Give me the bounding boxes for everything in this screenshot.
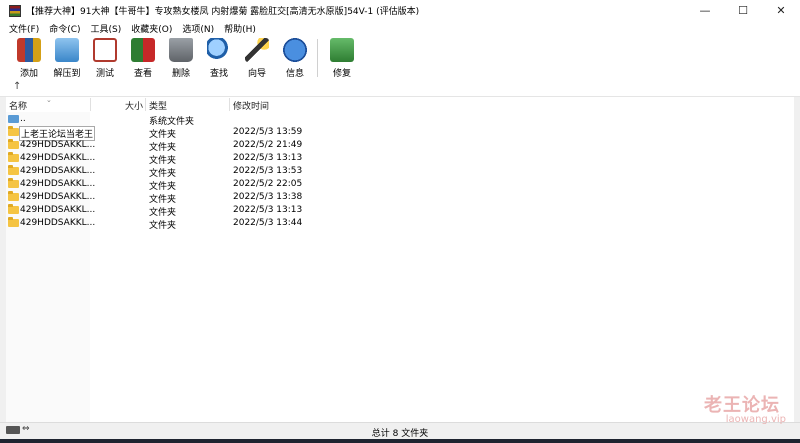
find-button[interactable]: 查找 — [200, 36, 238, 79]
repair-label: 修复 — [332, 69, 351, 79]
folder-icon — [8, 152, 19, 162]
taskbar-strip — [0, 439, 800, 443]
maximize-button[interactable]: ☐ — [724, 0, 762, 21]
up-folder-icon — [8, 115, 19, 123]
list-header: ⌄ 名称 大小 类型 修改时间 — [6, 96, 301, 112]
info-label: 信息 — [285, 69, 304, 79]
table-row[interactable]: .. 系统文件夹 — [6, 113, 301, 127]
info-button[interactable]: 信息 — [276, 36, 314, 79]
file-name: .. — [20, 114, 26, 124]
menu-tools[interactable]: 工具(S) — [86, 22, 127, 35]
file-name: 429HDDSAKKL... — [20, 179, 96, 189]
extract-folder-icon — [55, 38, 79, 62]
delete-label: 删除 — [171, 69, 190, 79]
file-type: 文件夹 — [149, 221, 177, 231]
sort-chevron-icon: ⌄ — [46, 96, 52, 104]
find-magnifier-icon — [207, 38, 231, 62]
folder-icon — [8, 204, 19, 214]
up-arrow-icon[interactable]: ↑ — [13, 81, 21, 92]
add-button[interactable]: 添加 — [10, 36, 48, 79]
minimize-button[interactable]: — — [686, 0, 724, 21]
col-divider[interactable] — [229, 98, 230, 111]
file-mtime: 2022/5/2 21:49 — [233, 140, 303, 150]
table-row[interactable]: 429HDDSAKKL... 文件夹 2022/5/2 21:49 — [6, 139, 303, 153]
folder-icon — [8, 126, 19, 136]
close-button[interactable]: ✕ — [762, 0, 800, 21]
table-row[interactable]: 429HDDSAKKL... 文件夹 2022/5/3 13:44 — [6, 217, 303, 231]
file-name: 429HDDSAKKL... — [20, 140, 96, 150]
folder-icon — [8, 139, 19, 149]
status-text: 总计 8 文件夹 — [371, 429, 429, 439]
menu-file[interactable]: 文件(F) — [0, 22, 44, 35]
col-type-header[interactable]: 类型 — [149, 99, 167, 112]
menu-help[interactable]: 帮助(H) — [219, 22, 261, 35]
file-name: 429HDDSAKKL... — [20, 192, 96, 202]
test-check-icon — [93, 38, 117, 62]
view-book-icon — [131, 38, 155, 62]
col-divider[interactable] — [90, 98, 91, 111]
folder-icon — [8, 165, 19, 175]
winrar-app-icon[interactable] — [9, 4, 21, 17]
col-name-header[interactable]: 名称 — [9, 99, 27, 112]
info-icon — [283, 38, 307, 62]
wizard-wand-icon — [245, 38, 269, 62]
folder-icon — [8, 217, 19, 227]
app-window: 【推荐大神】91大神【牛哥牛】专攻熟女楼凤 内射爆菊 露脸肛交[高清无水原版]5… — [0, 0, 800, 443]
table-row[interactable]: 429HDDSAKKL... 文件夹 2022/5/3 13:13 — [6, 152, 303, 166]
menu-bar: 文件(F) 命令(C) 工具(S) 收藏夹(O) 选项(N) 帮助(H) — [0, 21, 800, 36]
extract-to-label: 解压到 — [53, 69, 81, 79]
view-button[interactable]: 查看 — [124, 36, 162, 79]
file-name: 429HDDSAKKL... — [20, 205, 96, 215]
folder-icon — [8, 191, 19, 201]
extract-to-button[interactable]: 解压到 — [48, 36, 86, 79]
wizard-button[interactable]: 向导 — [238, 36, 276, 79]
trash-icon — [169, 38, 193, 62]
find-label: 查找 — [209, 69, 228, 79]
col-mtime-header[interactable]: 修改时间 — [233, 99, 269, 112]
col-size-header[interactable]: 大小 — [125, 99, 143, 112]
watermark-url: laowang.vip — [725, 414, 786, 425]
status-bar: ⇔ 总计 8 文件夹 — [0, 422, 800, 440]
test-label: 测试 — [95, 69, 114, 79]
file-mtime: 2022/5/3 13:59 — [233, 127, 303, 137]
test-button[interactable]: 测试 — [86, 36, 124, 79]
file-mtime: 2022/5/3 13:13 — [233, 153, 303, 163]
title-bar[interactable]: 【推荐大神】91大神【牛哥牛】专攻熟女楼凤 内射爆菊 露脸肛交[高清无水原版]5… — [0, 0, 800, 21]
delete-button[interactable]: 删除 — [162, 36, 200, 79]
menu-favorites[interactable]: 收藏夹(O) — [126, 22, 177, 35]
add-label: 添加 — [19, 69, 38, 79]
file-name: 429HDDSAKKL... — [20, 153, 96, 163]
path-bar: ↑ — [0, 80, 800, 97]
table-row[interactable]: 429HDDSAKKL... 文件夹 2022/5/2 22:05 — [6, 178, 303, 192]
file-list[interactable]: ⌄ 名称 大小 类型 修改时间 .. 系统文件夹 上老王论坛当老王 文件夹 20… — [6, 96, 794, 422]
table-row[interactable]: 上老王论坛当老王 文件夹 2022/5/3 13:59 — [6, 126, 303, 141]
menu-options[interactable]: 选项(N) — [177, 22, 219, 35]
window-title: 【推荐大神】91大神【牛哥牛】专攻熟女楼凤 内射爆菊 露脸肛交[高清无水原版]5… — [26, 7, 420, 17]
file-mtime: 2022/5/3 13:44 — [233, 218, 303, 228]
table-row[interactable]: 429HDDSAKKL... 文件夹 2022/5/3 13:13 — [6, 204, 303, 218]
folder-icon — [8, 178, 19, 188]
file-mtime: 2022/5/3 13:53 — [233, 166, 303, 176]
table-row[interactable]: 429HDDSAKKL... 文件夹 2022/5/3 13:53 — [6, 165, 303, 179]
toolbar-separator — [317, 39, 318, 77]
col-divider[interactable] — [145, 98, 146, 111]
view-label: 查看 — [133, 69, 152, 79]
file-name: 429HDDSAKKL... — [20, 166, 96, 176]
wizard-label: 向导 — [247, 69, 266, 79]
menu-commands[interactable]: 命令(C) — [44, 22, 85, 35]
add-books-icon — [17, 38, 41, 62]
file-mtime: 2022/5/3 13:38 — [233, 192, 303, 202]
toolbar: 添加 解压到 测试 查看 删除 查找 向导 信息 修复 — [0, 36, 800, 80]
table-row[interactable]: 429HDDSAKKL... 文件夹 2022/5/3 13:38 — [6, 191, 303, 205]
file-name: 429HDDSAKKL... — [20, 218, 96, 228]
repair-button[interactable]: 修复 — [323, 36, 361, 79]
repair-book-icon — [330, 38, 354, 62]
file-mtime: 2022/5/2 22:05 — [233, 179, 303, 189]
window-controls: — ☐ ✕ — [686, 0, 800, 21]
file-mtime: 2022/5/3 13:13 — [233, 205, 303, 215]
